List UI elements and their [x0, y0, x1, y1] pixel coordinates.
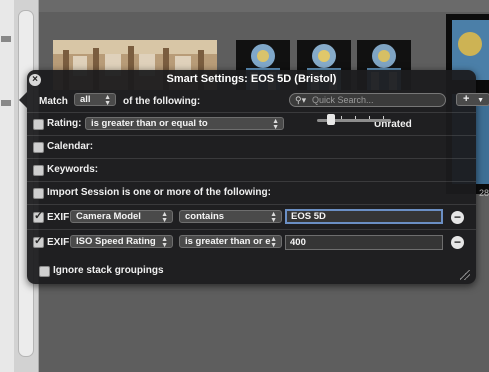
magnifier-icon: ⚲▾: [295, 95, 307, 105]
slider-tick: [341, 116, 342, 119]
match-suffix-label: of the following:: [123, 96, 201, 107]
exif-field-value: Camera Model: [76, 211, 141, 222]
rating-checkbox[interactable]: [33, 119, 44, 130]
criteria-row-calendar: Calendar:: [27, 135, 476, 158]
updown-arrows-icon: ▲ ▼: [270, 236, 277, 248]
left-edge-strip: [0, 0, 15, 372]
rating-operator-popup[interactable]: is greater than or equal to ▲ ▼: [85, 117, 284, 130]
updown-arrows-icon: ▲ ▼: [161, 211, 168, 223]
slider-tick: [369, 116, 370, 119]
updown-arrows-icon: ▲ ▼: [272, 118, 279, 130]
updown-arrows-icon: ▲ ▼: [270, 211, 277, 223]
add-rule-button[interactable]: + ▼: [456, 93, 489, 106]
exif-iso-field-popup[interactable]: ISO Speed Rating ▲ ▼: [70, 235, 173, 248]
minus-icon[interactable]: −: [451, 236, 464, 249]
slider-tick: [355, 116, 356, 119]
hud-pointer: [19, 92, 27, 108]
ignore-stack-label: Ignore stack groupings: [53, 265, 164, 276]
match-popup-value: all: [80, 94, 91, 105]
updown-arrows-icon: ▲ ▼: [104, 94, 111, 106]
rating-slider-knob[interactable]: [327, 114, 335, 125]
exif-iso-operator-popup[interactable]: is greater than or e ▲ ▼: [179, 235, 282, 248]
criteria-row-rating: Rating: is greater than or equal to ▲ ▼ U…: [27, 112, 476, 135]
quick-search-field[interactable]: ⚲▾ Quick Search...: [289, 93, 446, 107]
edge-marker: [1, 100, 11, 106]
exif-iso-value-field[interactable]: 400: [285, 235, 443, 250]
rating-operator-value: is greater than or equal to: [91, 118, 208, 129]
criteria-row-keywords: Keywords:: [27, 158, 476, 181]
edge-marker: [1, 36, 11, 42]
resize-grip-icon[interactable]: [460, 270, 470, 280]
exif-iso-field-value: ISO Speed Rating: [76, 236, 156, 247]
criteria-row-exif-iso: EXIF: ISO Speed Rating ▲▼ is greater tha…: [27, 229, 476, 255]
exif-operator-value: contains: [185, 211, 225, 222]
exif-iso-label: EXIF:: [47, 237, 73, 248]
match-label: Match: [39, 96, 68, 107]
thumbnail-count-label: 28: [478, 188, 489, 198]
dialog-title: Smart Settings: EOS 5D (Bristol): [166, 73, 337, 85]
add-rule-label: +: [463, 93, 470, 105]
exif-iso-checkbox[interactable]: [33, 234, 44, 248]
updown-arrows-icon: ▲ ▼: [161, 236, 168, 248]
browser-top-bar: [39, 0, 489, 12]
import-session-checkbox[interactable]: [33, 188, 44, 199]
exif-value-field[interactable]: EOS 5D: [285, 209, 443, 224]
ignore-stack-checkbox[interactable]: [39, 266, 50, 277]
exif-camera-checkbox[interactable]: [33, 209, 44, 223]
exif-iso-operator-value: is greater than or e: [185, 236, 271, 247]
criteria-row-exif-camera: EXIF: Camera Model ▲▼ contains ▲▼ EOS 5D…: [27, 204, 476, 230]
calendar-checkbox[interactable]: [33, 142, 44, 153]
slider-tick: [383, 116, 384, 119]
exif-field-popup[interactable]: Camera Model ▲ ▼: [70, 210, 173, 223]
smart-settings-hud: × Smart Settings: EOS 5D (Bristol) Match…: [19, 70, 489, 284]
match-popup[interactable]: all ▲ ▼: [74, 93, 116, 106]
chevron-down-icon: ▼: [477, 97, 484, 104]
footer-row: Ignore stack groupings: [27, 256, 476, 284]
import-session-label: Import Session is one or more of the fol…: [47, 187, 271, 198]
calendar-label: Calendar:: [47, 141, 94, 152]
keywords-label: Keywords:: [47, 164, 99, 175]
criteria-row-import-session: Import Session is one or more of the fol…: [27, 181, 476, 204]
exif-operator-popup[interactable]: contains ▲ ▼: [179, 210, 282, 223]
exif-camera-label: EXIF:: [47, 212, 73, 223]
rating-label: Rating:: [47, 118, 82, 129]
quick-search-placeholder: Quick Search...: [312, 95, 374, 105]
minus-icon[interactable]: −: [451, 211, 464, 224]
keywords-checkbox[interactable]: [33, 165, 44, 176]
